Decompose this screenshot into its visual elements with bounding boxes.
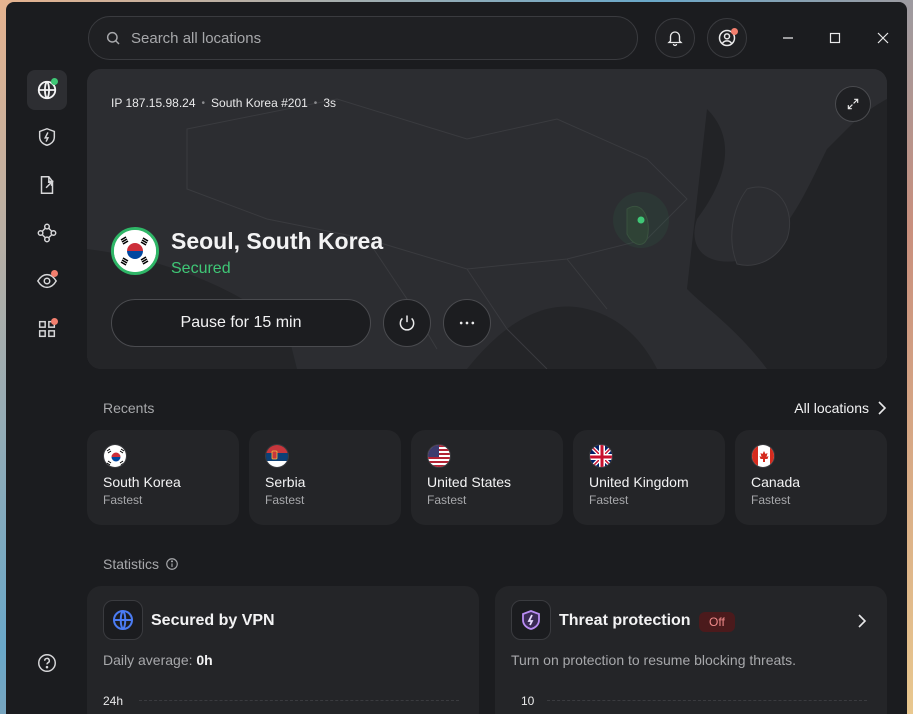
shield-bolt-icon [38, 127, 56, 147]
account-button[interactable] [707, 18, 747, 58]
bell-icon [667, 31, 683, 47]
serbia-flag-icon [265, 444, 289, 468]
recent-location-sub: Fastest [427, 493, 467, 507]
vpn-daily-average: Daily average: 0h [103, 652, 213, 668]
help-button[interactable] [27, 643, 67, 683]
canada-flag-icon [751, 444, 775, 468]
pause-button[interactable]: Pause for 15 min [111, 299, 371, 347]
sidebar-item-meshnet[interactable] [27, 213, 67, 253]
threat-description: Turn on protection to resume blocking th… [511, 652, 797, 668]
threat-stats-title: Threat protection [559, 612, 691, 629]
shield-bolt-icon [522, 610, 540, 630]
recents-title: Recents [103, 400, 155, 416]
recent-location-sub: Fastest [265, 493, 305, 507]
recent-location-name: United Kingdom [589, 474, 689, 490]
notification-dot [51, 270, 58, 277]
recent-location-card[interactable]: Canada Fastest [735, 430, 887, 525]
recent-location-sub: Fastest [103, 493, 143, 507]
info-icon[interactable] [165, 557, 179, 571]
united-states-flag-icon [427, 444, 451, 468]
sidebar-item-apps[interactable] [27, 309, 67, 349]
connected-location: Seoul, South Korea [171, 228, 384, 254]
search-bar[interactable] [88, 16, 638, 60]
app-window: IP 187.15.98.24 • South Korea #201 • 3s … [6, 2, 907, 714]
connection-info: IP 187.15.98.24 • South Korea #201 • 3s [111, 96, 336, 110]
more-horizontal-icon [459, 321, 475, 325]
file-share-icon [40, 176, 54, 194]
help-icon [38, 654, 56, 672]
connected-dot [51, 78, 58, 85]
threat-icon-tile [511, 600, 551, 640]
south-korea-flag-icon [103, 444, 127, 468]
search-icon [106, 31, 120, 45]
notifications-button[interactable] [655, 18, 695, 58]
expand-icon [847, 98, 859, 110]
notification-dot [731, 28, 738, 35]
close-button[interactable] [871, 26, 895, 50]
vpn-globe-icon-tile [103, 600, 143, 640]
statistics-header: Statistics [103, 556, 179, 572]
chevron-right-icon[interactable] [857, 614, 867, 628]
maximize-icon [829, 32, 841, 44]
sidebar-item-home[interactable] [27, 70, 67, 110]
sidebar-item-file-share[interactable] [27, 165, 67, 205]
south-korea-flag-icon [111, 227, 159, 275]
meshnet-icon [37, 223, 57, 243]
disconnect-button[interactable] [383, 299, 431, 347]
recent-location-sub: Fastest [751, 493, 791, 507]
maximize-button[interactable] [823, 26, 847, 50]
threat-stats-card[interactable]: Threat protection Off Turn on protection… [495, 586, 887, 714]
vpn-stats-title: Secured by VPN [151, 612, 275, 629]
recent-location-name: Serbia [265, 474, 306, 490]
power-icon [399, 315, 415, 331]
statistics-title: Statistics [103, 556, 160, 572]
sidebar-item-threat-protection[interactable] [27, 117, 67, 157]
globe-icon [113, 610, 133, 630]
notification-dot [51, 318, 58, 325]
all-locations-link[interactable]: All locations [794, 400, 887, 416]
search-input[interactable] [131, 29, 611, 47]
all-locations-label: All locations [794, 400, 869, 416]
vpn-stats-card[interactable]: Secured by VPN Daily average: 0h 24h [87, 586, 479, 714]
status-badge: Off [699, 612, 735, 632]
recent-location-name: South Korea [103, 474, 181, 490]
recent-location-name: United States [427, 474, 512, 490]
vpn-chart-axis-label: 24h [103, 694, 124, 708]
recent-location-card[interactable]: Serbia Fastest [249, 430, 401, 525]
recent-location-card[interactable]: South Korea Fastest [87, 430, 239, 525]
server-location-dot [637, 216, 645, 224]
threat-chart-axis-label: 10 [521, 694, 535, 708]
ip-address: IP 187.15.98.24 [111, 96, 196, 110]
server-name: South Korea #201 [211, 96, 308, 110]
connection-status: Secured [171, 260, 231, 277]
chevron-right-icon [878, 401, 887, 415]
sidebar-item-dark-web-monitor[interactable] [27, 261, 67, 301]
threat-chart-gridline [547, 700, 867, 701]
close-icon [877, 32, 889, 44]
recent-location-card[interactable]: United Kingdom Fastest [573, 430, 725, 525]
map-card: IP 187.15.98.24 • South Korea #201 • 3s … [87, 69, 887, 369]
vpn-chart-gridline [139, 700, 459, 701]
recent-location-card[interactable]: United States Fastest [411, 430, 563, 525]
expand-map-button[interactable] [835, 86, 871, 122]
minimize-button[interactable] [776, 26, 800, 50]
more-options-button[interactable] [443, 299, 491, 347]
connection-duration: 3s [323, 96, 336, 110]
minimize-icon [783, 37, 793, 39]
recent-location-sub: Fastest [589, 493, 629, 507]
recent-location-name: Canada [751, 474, 801, 490]
united-kingdom-flag-icon [589, 444, 613, 468]
